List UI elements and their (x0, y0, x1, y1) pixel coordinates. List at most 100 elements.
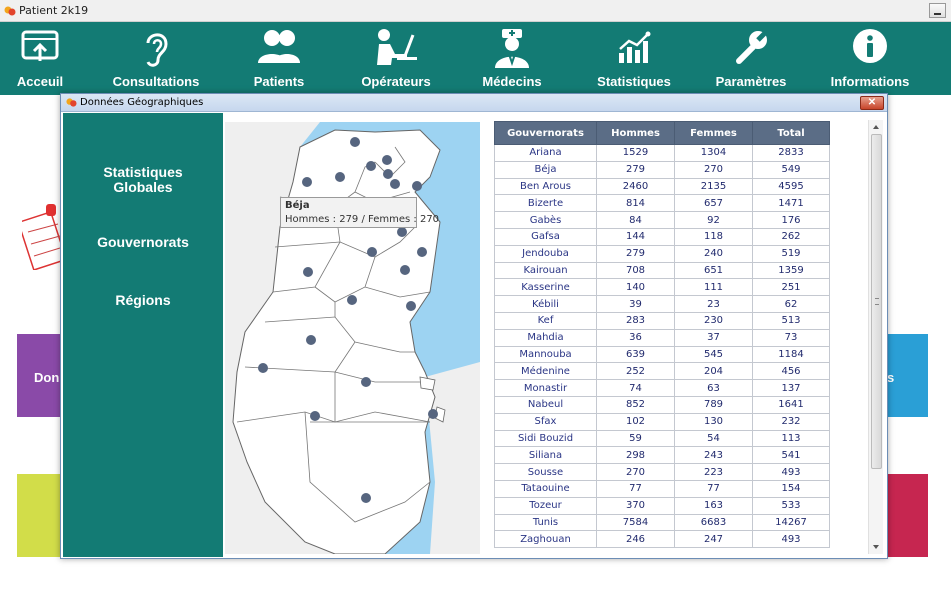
table-cell: 251 (752, 278, 830, 297)
table-cell: 154 (752, 479, 830, 498)
table-row[interactable]: Sidi Bouzid 59 54 113 (494, 429, 830, 448)
table-cell: 1471 (752, 194, 830, 213)
toolbar-item-patients[interactable]: Patients (244, 22, 314, 95)
table-cell: 708 (596, 261, 675, 280)
table-cell: 232 (752, 412, 830, 431)
column-header[interactable]: Femmes (674, 121, 753, 145)
table-cell: 176 (752, 211, 830, 229)
table-row[interactable]: Bizerte 814 657 1471 (494, 194, 830, 213)
table-cell: 252 (596, 362, 675, 381)
table-row[interactable]: Ariana 1529 1304 2833 (494, 144, 830, 162)
table-cell: Médenine (494, 362, 597, 381)
table-row[interactable]: Nabeul 852 789 1641 (494, 395, 830, 414)
table-row[interactable]: Kasserine 140 111 251 (494, 278, 830, 297)
background-tile-blue[interactable]: s (885, 334, 928, 417)
toolbar-item-consultations[interactable]: Consultations (106, 22, 206, 95)
patients-group-icon (258, 30, 300, 63)
geo-data-dialog: Données Géographiques ✕ Statistiques Glo… (60, 93, 888, 559)
table-cell: 111 (674, 278, 753, 297)
background-tile-purple[interactable]: Don (17, 334, 63, 417)
table-row[interactable]: Monastir 74 63 137 (494, 379, 830, 397)
table-row[interactable]: Mahdia 36 37 73 (494, 328, 830, 347)
table-cell: 102 (596, 412, 675, 431)
minimize-button[interactable] (929, 3, 946, 18)
sidebar-item-statistiques-globales[interactable]: Statistiques Globales (63, 165, 223, 195)
table-cell: 493 (752, 463, 830, 481)
dialog-title: Données Géographiques (80, 97, 204, 108)
table-cell: 84 (596, 211, 675, 229)
bar-chart-icon (619, 31, 651, 63)
toolbar-item-medecins[interactable]: Médecins (478, 22, 546, 95)
info-icon (853, 29, 887, 63)
toolbar-item-informations[interactable]: Informations (824, 22, 916, 95)
scroll-thumb[interactable] (871, 134, 882, 469)
table-row[interactable]: Sfax 102 130 232 (494, 412, 830, 431)
table-row[interactable]: Gafsa 144 118 262 (494, 227, 830, 246)
table-cell: Kasserine (494, 278, 597, 297)
vertical-scrollbar[interactable] (868, 120, 883, 554)
table-cell: 456 (752, 362, 830, 381)
table-row[interactable]: Jendouba 279 240 519 (494, 244, 830, 263)
table-cell: 493 (752, 530, 830, 549)
sidebar-item-gouvernorats[interactable]: Gouvernorats (63, 235, 223, 250)
table-row[interactable]: Kébili 39 23 62 (494, 295, 830, 313)
table-cell: 62 (752, 295, 830, 313)
column-header[interactable]: Total (752, 121, 830, 145)
table-cell: 533 (752, 496, 830, 515)
table-row[interactable]: Médenine 252 204 456 (494, 362, 830, 381)
table-row[interactable]: Ben Arous 2460 2135 4595 (494, 177, 830, 196)
column-header[interactable]: Hommes (596, 121, 675, 145)
operator-desk-icon (377, 29, 417, 65)
table-row[interactable]: Tozeur 370 163 533 (494, 496, 830, 515)
table-cell: Ariana (494, 144, 597, 162)
scroll-up-arrow-icon[interactable] (873, 125, 879, 129)
map-svg (225, 122, 480, 554)
sidebar-item-label: Statistiques Globales (103, 164, 183, 195)
table-row[interactable]: Zaghouan 246 247 493 (494, 530, 830, 549)
table-cell: 1641 (752, 395, 830, 414)
table-row[interactable]: Kef 283 230 513 (494, 311, 830, 330)
table-row[interactable]: Sousse 270 223 493 (494, 463, 830, 481)
table-cell: 7584 (596, 513, 675, 532)
table-cell: Tataouine (494, 479, 597, 498)
table-cell: 36 (596, 328, 675, 347)
table-cell: 1184 (752, 345, 830, 364)
toolbar-item-parametres[interactable]: Paramètres (705, 22, 797, 95)
table-cell: 541 (752, 446, 830, 465)
table-cell: 240 (674, 244, 753, 263)
background-tile-label: Don (34, 370, 60, 385)
toolbar-item-operateurs[interactable]: Opérateurs (352, 22, 440, 95)
table-cell: 279 (596, 244, 675, 263)
table-cell: 2135 (674, 177, 753, 196)
table-cell: Monastir (494, 379, 597, 397)
table-row[interactable]: Gabès 84 92 176 (494, 211, 830, 229)
table-cell: 519 (752, 244, 830, 263)
table-cell: 74 (596, 379, 675, 397)
table-cell: 814 (596, 194, 675, 213)
wrench-icon (736, 31, 767, 64)
table-cell: Béja (494, 160, 597, 179)
toolbar-label: Opérateurs (361, 74, 431, 89)
background-tile-lime[interactable] (17, 474, 63, 557)
column-header[interactable]: Gouvernorats (494, 121, 597, 145)
table-cell: 651 (674, 261, 753, 280)
toolbar-label: Médecins (482, 74, 542, 89)
table-cell: 1529 (596, 144, 675, 162)
scroll-down-arrow-icon[interactable] (873, 545, 879, 549)
table-row[interactable]: Tataouine 77 77 154 (494, 479, 830, 498)
table-cell: 1359 (752, 261, 830, 280)
tunisia-map[interactable] (225, 122, 480, 554)
toolbar-item-acceuil[interactable]: Acceuil (10, 22, 70, 95)
table-row[interactable]: Béja 279 270 549 (494, 160, 830, 179)
table-row[interactable]: Kairouan 708 651 1359 (494, 261, 830, 280)
grip-icon (875, 298, 879, 305)
table-cell: 92 (674, 211, 753, 229)
toolbar-item-statistiques[interactable]: Statistiques (590, 22, 678, 95)
close-button[interactable]: ✕ (860, 96, 884, 110)
table-row[interactable]: Tunis 7584 6683 14267 (494, 513, 830, 532)
table-row[interactable]: Siliana 298 243 541 (494, 446, 830, 465)
table-row[interactable]: Mannouba 639 545 1184 (494, 345, 830, 364)
dialog-titlebar: Données Géographiques ✕ (61, 94, 887, 112)
sidebar-item-regions[interactable]: Régions (63, 293, 223, 308)
background-tile-red[interactable] (885, 474, 928, 557)
